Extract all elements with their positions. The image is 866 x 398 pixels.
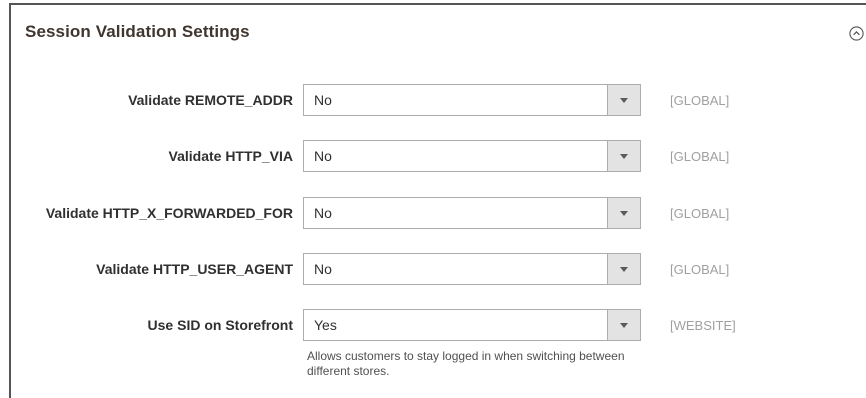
dropdown-button[interactable] <box>607 310 640 340</box>
setting-label: Validate HTTP_VIA <box>168 148 293 164</box>
scope-label: [GLOBAL] <box>670 262 730 277</box>
field-note: Allows customers to stay logged in when … <box>307 349 625 378</box>
chevron-down-icon <box>620 323 628 328</box>
chevron-down-icon <box>620 98 628 103</box>
scope-label: [GLOBAL] <box>670 149 730 164</box>
scope-label: [GLOBAL] <box>670 206 730 221</box>
select-value: No <box>314 92 332 108</box>
section-title[interactable]: Session Validation Settings <box>25 22 250 42</box>
validate-x-forwarded-for-select[interactable]: No <box>303 197 641 229</box>
dropdown-button[interactable] <box>607 198 640 228</box>
chevron-down-icon <box>620 154 628 159</box>
chevron-up-circle-icon[interactable] <box>849 26 864 41</box>
validate-remote-addr-select[interactable]: No <box>303 84 641 116</box>
validate-http-via-select[interactable]: No <box>303 140 641 172</box>
setting-label: Validate REMOTE_ADDR <box>128 92 293 108</box>
chevron-down-icon <box>620 267 628 272</box>
scope-label: [GLOBAL] <box>670 93 730 108</box>
setting-label: Use SID on Storefront <box>147 317 293 333</box>
select-value: No <box>314 261 332 277</box>
scope-label: [WEBSITE] <box>670 318 736 333</box>
select-value: No <box>314 205 332 221</box>
dropdown-button[interactable] <box>607 254 640 284</box>
select-value: Yes <box>314 317 337 333</box>
chevron-down-icon <box>620 211 628 216</box>
setting-label: Validate HTTP_X_FORWARDED_FOR <box>45 205 293 221</box>
validate-user-agent-select[interactable]: No <box>303 253 641 285</box>
setting-label: Validate HTTP_USER_AGENT <box>96 261 293 277</box>
use-sid-select[interactable]: Yes <box>303 309 641 341</box>
select-value: No <box>314 148 332 164</box>
dropdown-button[interactable] <box>607 85 640 115</box>
dropdown-button[interactable] <box>607 141 640 171</box>
